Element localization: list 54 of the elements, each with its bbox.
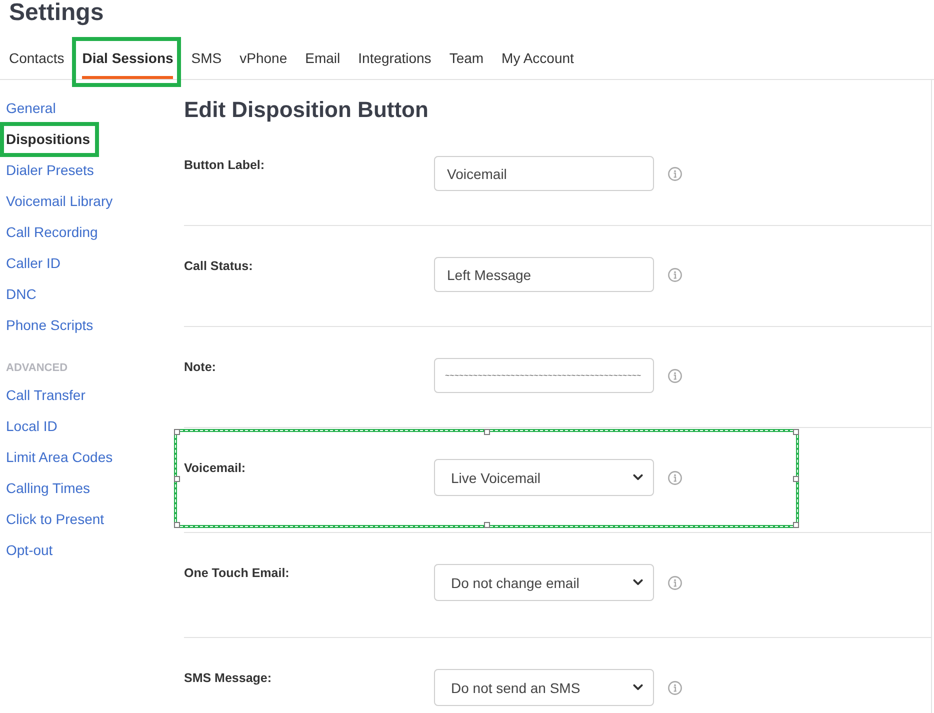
field-label: Note: [184,359,216,375]
resize-handle[interactable] [793,522,799,528]
sidebar-link[interactable]: Dispositions [6,126,90,153]
field-label: Button Label: [184,157,265,173]
nav-tab[interactable]: vPhone [240,50,288,79]
sidebar-link[interactable]: Voicemail Library [6,188,113,215]
chevron-down-icon [633,579,643,586]
nav-tab[interactable]: Dial Sessions [82,50,174,79]
field-label: Call Status: [184,258,253,274]
note-field[interactable]: ~~~~~~~~~~~~~~~~~~~~~~~~~~~~~~~~~~~~~~~~~~ [434,358,654,393]
sidebar-link[interactable]: General [6,95,56,122]
nav-tab[interactable]: Email [305,50,340,79]
dropdown-select[interactable]: Do not change email [434,564,654,601]
field-label: SMS Message: [184,670,272,686]
nav-tab[interactable]: Team [449,50,484,79]
resize-handle[interactable] [174,522,180,528]
sidebar-link[interactable]: Phone Scripts [6,312,94,339]
resize-handle[interactable] [793,429,799,435]
dropdown-select[interactable]: Do not send an SMS [434,669,654,706]
sidebar-link[interactable]: Dialer Presets [6,157,94,184]
resize-handle[interactable] [174,476,180,482]
resize-handle[interactable] [484,429,490,435]
sidebar-link[interactable]: Limit Area Codes [6,444,113,471]
section-header: ADVANCED [5,361,68,376]
sidebar-link[interactable]: Call Recording [6,219,98,246]
info-icon[interactable] [668,470,682,484]
info-icon[interactable] [668,368,682,382]
sidebar-link[interactable]: DNC [6,281,36,308]
resize-handle[interactable] [484,522,490,528]
text-field[interactable]: Left Message [434,257,654,292]
nav-tab[interactable]: Integrations [358,50,432,79]
field-label: Voicemail: [184,460,246,476]
info-icon[interactable] [668,576,682,590]
page-title: Settings [8,0,104,26]
info-icon[interactable] [668,166,682,180]
nav-tab[interactable]: SMS [191,50,222,79]
sidebar-link[interactable]: Click to Present [6,506,104,533]
sidebar-link[interactable]: Opt-out [6,537,53,564]
resize-handle[interactable] [174,429,180,435]
info-icon[interactable] [668,680,682,694]
nav-tab[interactable]: Contacts [9,50,64,79]
sidebar-link[interactable]: Caller ID [6,250,60,277]
info-icon[interactable] [668,268,682,282]
dropdown-select[interactable]: Live Voicemail [434,459,654,496]
chevron-down-icon [633,684,643,691]
chevron-down-icon [633,474,643,481]
nav-tab[interactable]: My Account [502,50,574,79]
field-label: One Touch Email: [184,565,290,581]
text-field[interactable]: Voicemail [434,156,654,191]
resize-handle[interactable] [793,476,799,482]
sidebar-link[interactable]: Call Transfer [6,382,86,409]
sidebar-link[interactable]: Calling Times [6,475,90,502]
form-title: Edit Disposition Button [184,96,428,124]
sidebar-link[interactable]: Local ID [6,413,58,440]
